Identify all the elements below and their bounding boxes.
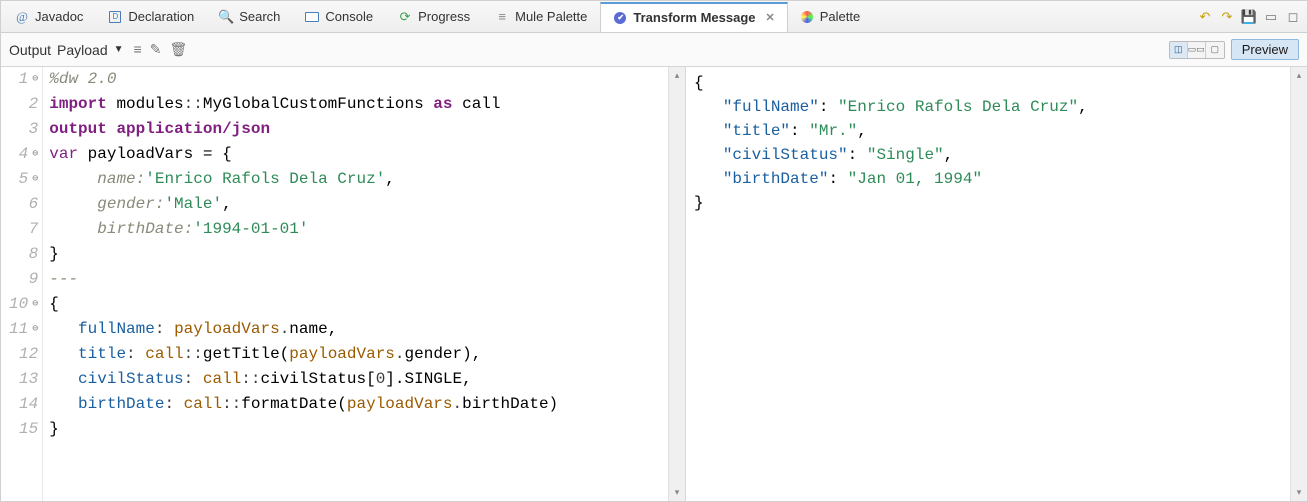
line-number: 15 bbox=[9, 417, 38, 442]
chevron-down-icon[interactable]: ▼ bbox=[114, 44, 124, 55]
preview-button[interactable]: Preview bbox=[1231, 39, 1299, 60]
output-toolbar: Output Payload ▼ ≡ ✎ 🗑 ◫ ▭▭ ▢ Preview bbox=[1, 33, 1307, 67]
ide-window: @ Javadoc D Declaration 🔍 Search Console ⟳ Progr… bbox=[0, 0, 1308, 502]
back-icon[interactable]: ↶ bbox=[1197, 9, 1213, 25]
close-icon[interactable]: ✕ bbox=[766, 11, 775, 24]
minimize-icon[interactable]: ▭ bbox=[1263, 9, 1279, 25]
at-icon: @ bbox=[15, 10, 29, 24]
code-line[interactable]: var payloadVars = { bbox=[49, 142, 685, 167]
tabbar-right-controls: ↶ ↷ 💾 ▭ ◻ bbox=[1197, 9, 1307, 25]
line-number: 4⊖ bbox=[9, 142, 38, 167]
output-pane: { "fullName": "Enrico Rafols Dela Cruz",… bbox=[686, 67, 1307, 501]
payload-label: Payload bbox=[57, 42, 108, 58]
output-scrollbar[interactable]: ▴ ▾ bbox=[1290, 67, 1307, 501]
code-line[interactable]: name:'Enrico Rafols Dela Cruz', bbox=[49, 167, 685, 192]
split-panes: 1⊖234⊖5⊖678910⊖11⊖12131415 %dw 2.0import… bbox=[1, 67, 1307, 501]
search-icon: 🔍 bbox=[219, 10, 233, 24]
view-output-icon[interactable]: ▢ bbox=[1206, 42, 1224, 58]
tab-label: Search bbox=[239, 9, 280, 24]
line-number: 2 bbox=[9, 92, 38, 117]
editor-scrollbar[interactable]: ▴ ▾ bbox=[668, 67, 685, 501]
code-line[interactable]: output application/json bbox=[49, 117, 685, 142]
line-number: 7 bbox=[9, 217, 38, 242]
transform-icon: ✔ bbox=[613, 11, 627, 25]
edit-icon[interactable]: ✎ bbox=[150, 41, 162, 58]
scroll-up-icon[interactable]: ▴ bbox=[1291, 67, 1307, 84]
tab-label: Mule Palette bbox=[515, 9, 587, 24]
tab-mule-palette[interactable]: ≡ Mule Palette bbox=[483, 2, 600, 32]
code-line[interactable]: gender:'Male', bbox=[49, 192, 685, 217]
fold-icon[interactable]: ⊖ bbox=[32, 317, 38, 342]
tab-console[interactable]: Console bbox=[293, 2, 386, 32]
line-number: 6 bbox=[9, 192, 38, 217]
view-split-icon[interactable]: ◫ bbox=[1170, 42, 1188, 58]
tab-transform-message[interactable]: ✔ Transform Message ✕ bbox=[600, 2, 787, 32]
code-line[interactable]: title: call::getTitle(payloadVars.gender… bbox=[49, 342, 685, 367]
code-line[interactable]: import modules::MyGlobalCustomFunctions … bbox=[49, 92, 685, 117]
line-number: 13 bbox=[9, 367, 38, 392]
view-mode-toggle[interactable]: ◫ ▭▭ ▢ bbox=[1169, 41, 1225, 59]
line-number: 14 bbox=[9, 392, 38, 417]
tab-label: Progress bbox=[418, 9, 470, 24]
tab-label: Transform Message bbox=[633, 10, 755, 25]
progress-icon: ⟳ bbox=[398, 10, 412, 24]
code-line[interactable]: fullName: payloadVars.name, bbox=[49, 317, 685, 342]
json-line: "civilStatus": "Single", bbox=[694, 143, 1282, 167]
code-line[interactable]: } bbox=[49, 417, 685, 442]
tab-bar: @ Javadoc D Declaration 🔍 Search Console ⟳ Progr… bbox=[1, 1, 1307, 33]
tab-progress[interactable]: ⟳ Progress bbox=[386, 2, 483, 32]
code-line[interactable]: { bbox=[49, 292, 685, 317]
fold-icon[interactable]: ⊖ bbox=[32, 67, 38, 92]
fold-icon[interactable]: ⊖ bbox=[32, 167, 38, 192]
scroll-down-icon[interactable]: ▾ bbox=[1291, 484, 1307, 501]
json-line: { bbox=[694, 71, 1282, 95]
tab-search[interactable]: 🔍 Search bbox=[207, 2, 293, 32]
line-number: 11⊖ bbox=[9, 317, 38, 342]
scroll-down-icon[interactable]: ▾ bbox=[669, 484, 685, 501]
fold-icon[interactable]: ⊖ bbox=[32, 142, 38, 167]
maximize-icon[interactable]: ◻ bbox=[1285, 9, 1301, 25]
line-number: 12 bbox=[9, 342, 38, 367]
code-line[interactable]: birthDate:'1994-01-01' bbox=[49, 217, 685, 242]
tab-label: Javadoc bbox=[35, 9, 83, 24]
json-line: "fullName": "Enrico Rafols Dela Cruz", bbox=[694, 95, 1282, 119]
line-number: 10⊖ bbox=[9, 292, 38, 317]
line-number: 3 bbox=[9, 117, 38, 142]
save-icon[interactable]: 💾 bbox=[1241, 9, 1257, 25]
view-code-icon[interactable]: ▭▭ bbox=[1188, 42, 1206, 58]
tab-label: Declaration bbox=[128, 9, 194, 24]
output-label: Output bbox=[9, 42, 51, 58]
json-line: } bbox=[694, 191, 1282, 215]
tab-declaration[interactable]: D Declaration bbox=[96, 2, 207, 32]
trash-icon[interactable]: 🗑 bbox=[169, 41, 187, 58]
tree-icon[interactable]: ≡ bbox=[134, 41, 142, 58]
fold-icon[interactable]: ⊖ bbox=[32, 292, 38, 317]
code-editor[interactable]: 1⊖234⊖5⊖678910⊖11⊖12131415 %dw 2.0import… bbox=[1, 67, 685, 501]
line-number: 1⊖ bbox=[9, 67, 38, 92]
console-icon bbox=[305, 10, 319, 24]
doc-d-icon: D bbox=[108, 10, 122, 24]
palette-c-icon bbox=[800, 10, 814, 24]
code-line[interactable]: birthDate: call::formatDate(payloadVars.… bbox=[49, 392, 685, 417]
code-line[interactable]: %dw 2.0 bbox=[49, 67, 685, 92]
palette-bw-icon: ≡ bbox=[495, 10, 509, 24]
code-line[interactable]: --- bbox=[49, 267, 685, 292]
tab-label: Console bbox=[325, 9, 373, 24]
json-line: "birthDate": "Jan 01, 1994" bbox=[694, 167, 1282, 191]
json-line: "title": "Mr.", bbox=[694, 119, 1282, 143]
tab-label: Palette bbox=[820, 9, 860, 24]
tab-palette[interactable]: Palette bbox=[788, 2, 873, 32]
forward-icon[interactable]: ↷ bbox=[1219, 9, 1235, 25]
line-number: 5⊖ bbox=[9, 167, 38, 192]
code-line[interactable]: } bbox=[49, 242, 685, 267]
scroll-up-icon[interactable]: ▴ bbox=[669, 67, 685, 84]
code-editor-pane[interactable]: 1⊖234⊖5⊖678910⊖11⊖12131415 %dw 2.0import… bbox=[1, 67, 686, 501]
tab-javadoc[interactable]: @ Javadoc bbox=[3, 2, 96, 32]
code-line[interactable]: civilStatus: call::civilStatus[0].SINGLE… bbox=[49, 367, 685, 392]
line-number: 8 bbox=[9, 242, 38, 267]
line-number: 9 bbox=[9, 267, 38, 292]
json-output: { "fullName": "Enrico Rafols Dela Cruz",… bbox=[686, 67, 1290, 501]
